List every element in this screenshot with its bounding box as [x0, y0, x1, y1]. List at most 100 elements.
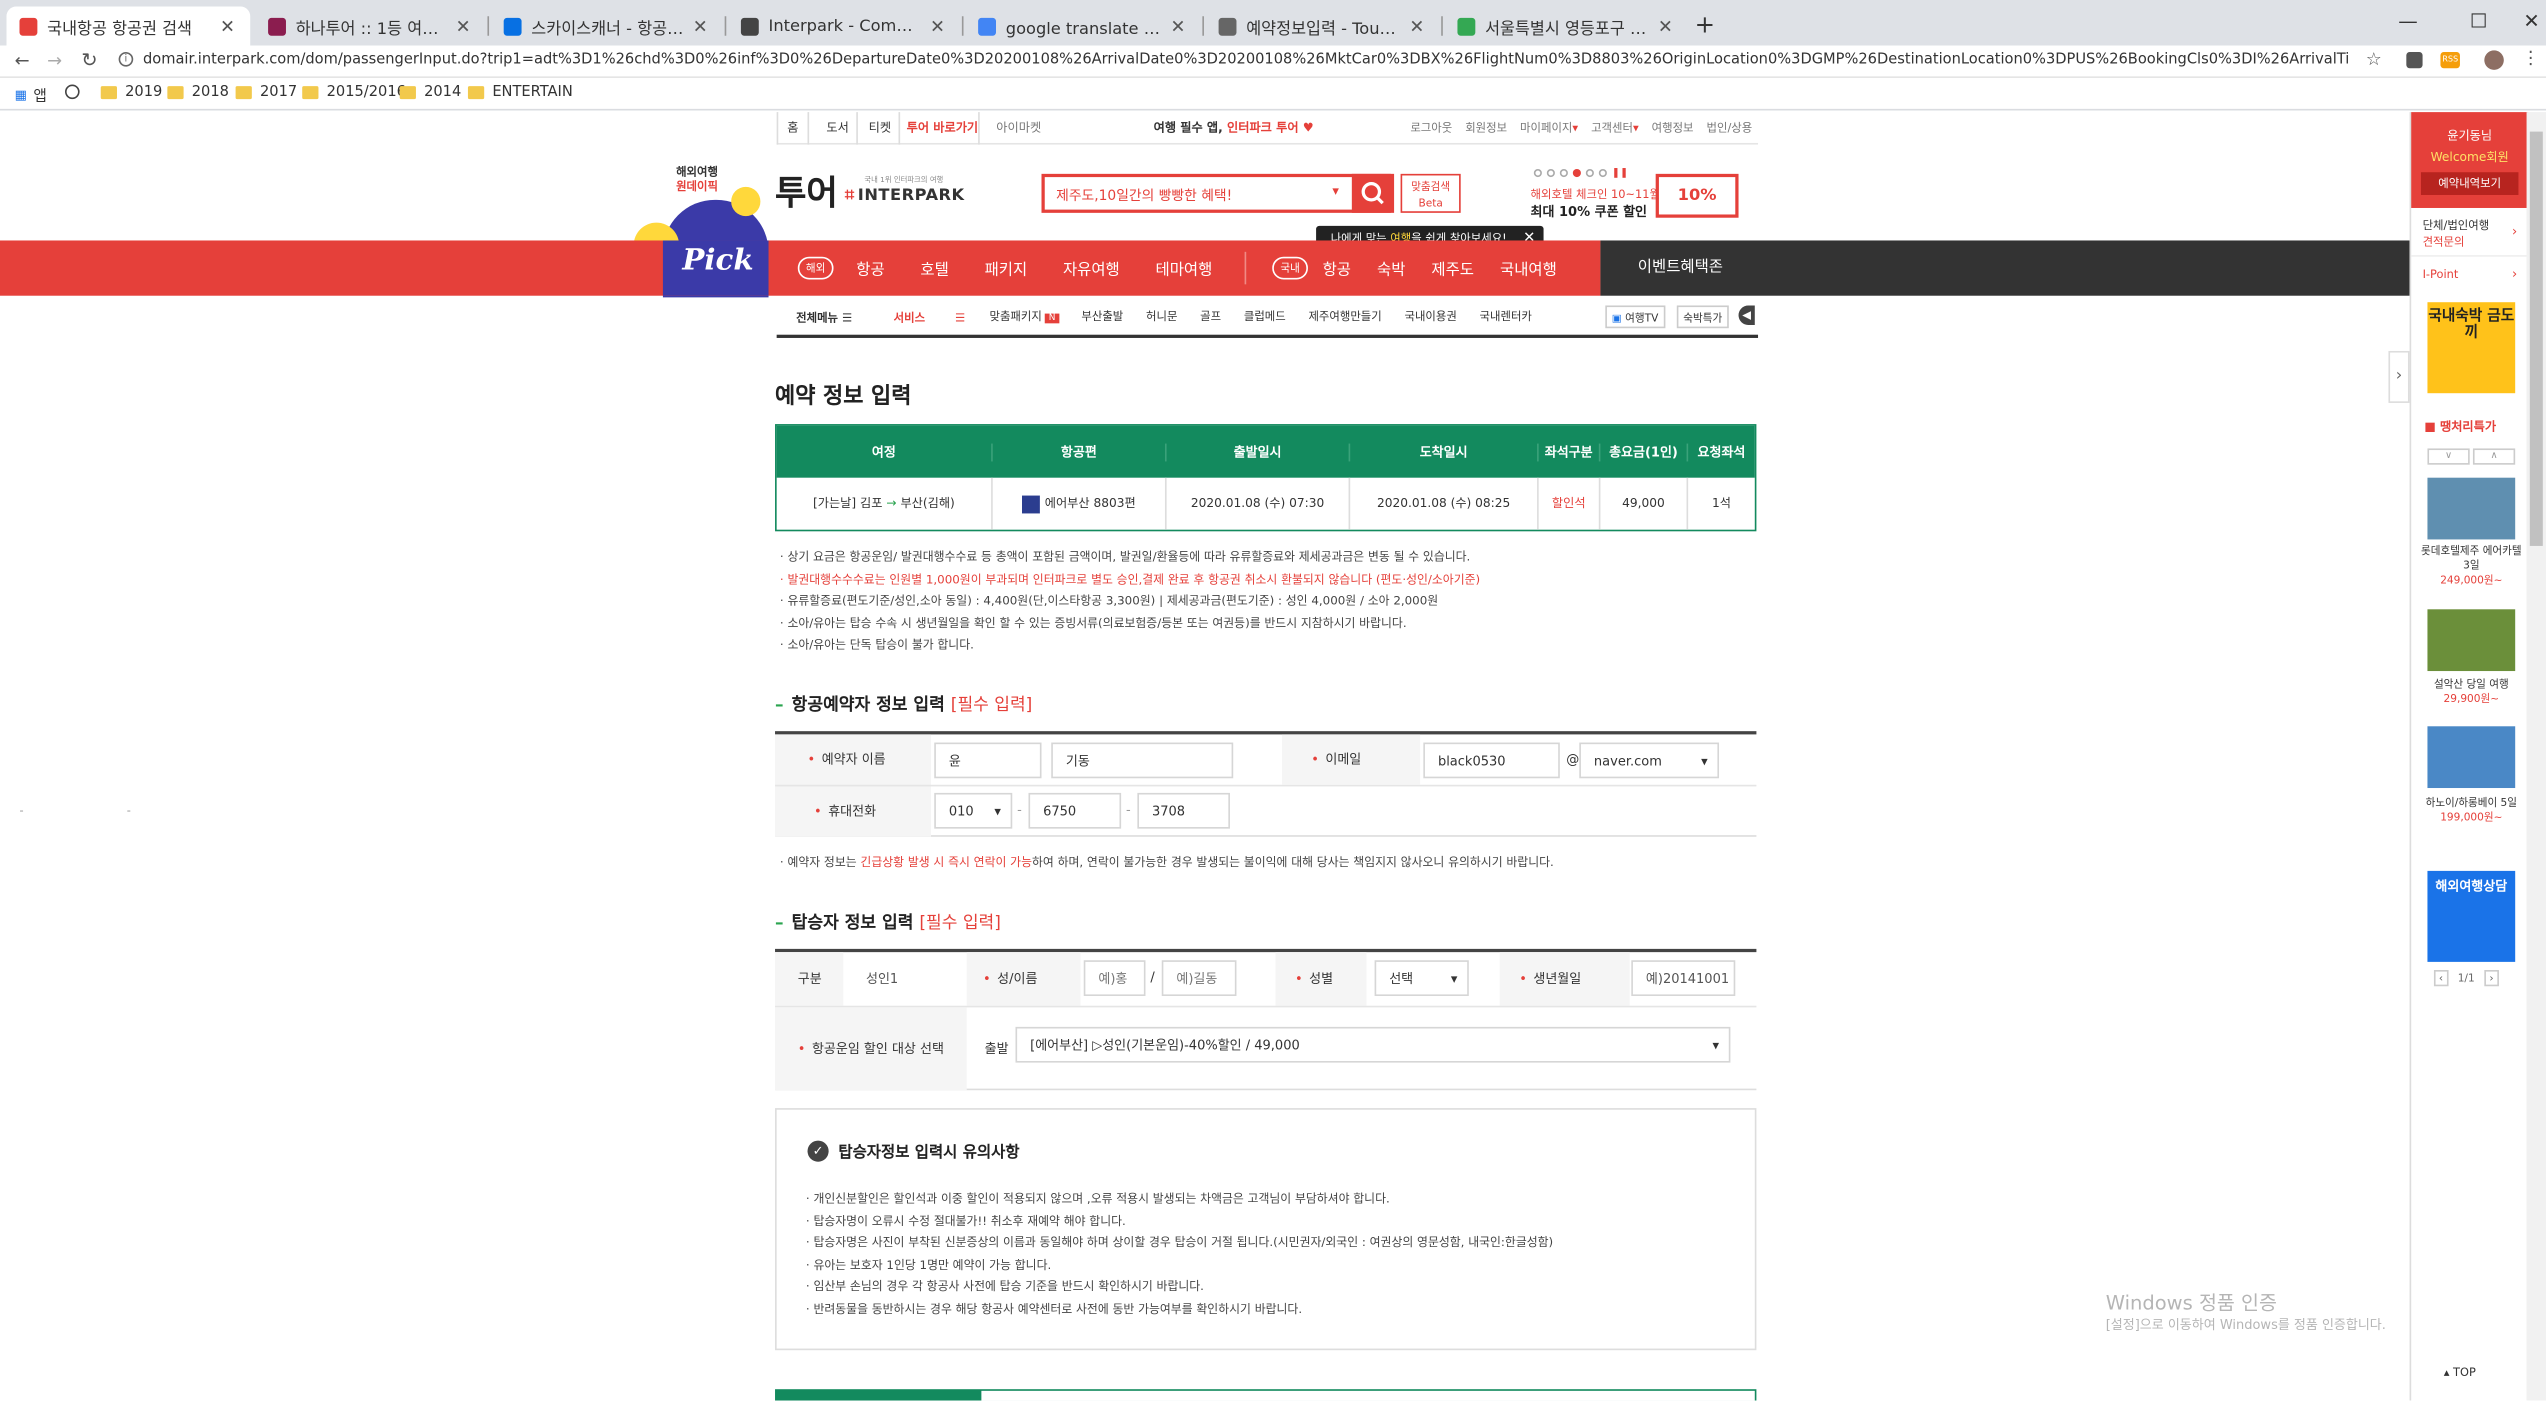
browser-tab[interactable]: 서울특별시 영등포구 신길7동 0 ✕ — [1444, 6, 1688, 45]
lodging-special-button[interactable]: 숙박특가 — [1676, 305, 1729, 329]
search-input[interactable]: 제주도,10일간의 빵빵한 혜택! — [1056, 185, 1232, 204]
gender-select[interactable]: 선택 — [1374, 960, 1469, 997]
bookmark-folder[interactable]: 2018 — [167, 84, 229, 101]
top-nav-books[interactable]: 도서 — [819, 112, 858, 145]
phone-middle-input[interactable]: 6750 — [1028, 792, 1122, 829]
deal-item[interactable]: 하노이/하롱베이 5일 199,000원~ — [2418, 796, 2525, 825]
browser-tab[interactable]: google translate - Google 검색 ✕ — [965, 6, 1201, 45]
top-button[interactable]: ▴ TOP — [2444, 1366, 2476, 1379]
sub-nav-jeju-trip[interactable]: 제주여행만들기 — [1308, 309, 1381, 325]
tab-close-icon[interactable]: ✕ — [691, 15, 710, 36]
bookmark-star-icon[interactable]: ☆ — [2366, 49, 2382, 70]
sub-nav-domestic-voucher[interactable]: 국내이용권 — [1404, 309, 1456, 325]
passenger-first-name-input[interactable]: 예)길동 — [1161, 960, 1237, 997]
deal-image[interactable] — [2427, 609, 2516, 672]
bookmark-folder[interactable]: 2019 — [100, 84, 162, 101]
search-dropdown-icon[interactable]: ▾ — [1332, 184, 1339, 199]
minimize-icon[interactable]: — — [2398, 10, 2417, 33]
reserver-last-name-input[interactable]: 윤 — [934, 742, 1042, 779]
tab-close-icon[interactable]: ✕ — [1407, 15, 1426, 36]
main-search-box[interactable]: 제주도,10일간의 빵빵한 혜택! ▾ — [1041, 173, 1395, 213]
maximize-icon[interactable]: ☐ — [2470, 10, 2487, 33]
logout-link[interactable]: 로그아웃 — [1410, 120, 1452, 136]
next-icon[interactable]: › — [2484, 970, 2499, 987]
top-nav-home[interactable]: 홈 — [776, 112, 810, 145]
bookmark-folder[interactable]: 2015/2016 — [302, 84, 406, 101]
nav-overseas-package[interactable]: 패키지 — [985, 257, 1028, 280]
scroll-up-icon[interactable]: ∧ — [2472, 448, 2516, 465]
consult-banner[interactable]: 해외여행상담 — [2427, 870, 2516, 962]
search-button[interactable] — [1351, 173, 1395, 213]
tour-logo[interactable]: 투어 — [775, 167, 838, 216]
browser-tab[interactable]: 하나투어 :: 1등 여행사 ✕ — [255, 6, 486, 45]
phone-last-input[interactable]: 3708 — [1137, 792, 1230, 829]
service-menu-button[interactable]: 서비스 ☰ — [894, 310, 966, 326]
extension-icon[interactable] — [2406, 51, 2423, 69]
travel-tv-button[interactable]: ▣ 여행TV — [1605, 305, 1665, 329]
menu-icon[interactable]: ⋮ — [2522, 47, 2540, 68]
globe-bookmark[interactable] — [64, 84, 80, 100]
sub-nav-honeymoon[interactable]: 허니문 — [1146, 309, 1177, 325]
deal-item[interactable]: 롯데호텔제주 에어카텔 3일 249,000원~ — [2418, 544, 2525, 588]
passenger-last-name-input[interactable]: 예)홍 — [1083, 960, 1146, 997]
top-promo[interactable]: 여행 필수 앱, 인터파크 투어 ♥ — [1154, 112, 1314, 144]
nav-overseas-hotel[interactable]: 호텔 — [920, 257, 948, 280]
forward-icon[interactable]: → — [47, 50, 62, 71]
birthdate-input[interactable]: 예)20141001 — [1631, 960, 1736, 997]
tab-close-icon[interactable]: ✕ — [218, 15, 237, 36]
scroll-down-icon[interactable]: ∨ — [2427, 448, 2470, 465]
top-nav-imarket[interactable]: 아이마켓 — [990, 112, 1048, 144]
top-nav-tour[interactable]: 투어 바로가기 — [907, 112, 980, 145]
deal-item[interactable]: 설악산 당일 여행 29,900원~ — [2418, 678, 2525, 707]
reserver-first-name-input[interactable]: 기동 — [1051, 742, 1234, 779]
page-scrollbar[interactable] — [2526, 112, 2546, 1401]
url-field[interactable]: domair.interpark.com/dom/passengerInput.… — [143, 52, 2349, 68]
scrollbar-thumb[interactable] — [2529, 131, 2543, 546]
nav-overseas-free-travel[interactable]: 자유여행 — [1063, 257, 1120, 280]
sub-nav-clubmed[interactable]: 클럽메드 — [1244, 309, 1286, 325]
discount-select[interactable]: [에어부산] ▷성인(기본운임)-40%할인 / 49,000 — [1015, 1026, 1731, 1063]
bookmark-folder[interactable]: ENTERTAIN — [467, 84, 573, 101]
browser-tab[interactable]: 국내항공 항공권 검색 ✕ — [6, 6, 251, 46]
ipoint-link[interactable]: I-Point — [2423, 268, 2459, 281]
sub-nav-busan[interactable]: 부산출발 — [1081, 309, 1123, 325]
bookmark-folder[interactable]: 2014 — [399, 84, 461, 101]
sub-nav-domestic-rentcar[interactable]: 국내렌터카 — [1480, 309, 1532, 325]
browser-tab[interactable]: 예약정보입력 - Tour-Desktop ✕ — [1206, 6, 1440, 45]
nav-overseas-theme[interactable]: 테마여행 — [1156, 257, 1213, 280]
prev-icon[interactable]: ‹ — [2433, 970, 2448, 987]
tab-close-icon[interactable]: ✕ — [1656, 15, 1675, 36]
side-expand-icon[interactable]: › — [2388, 350, 2410, 403]
bookmark-folder[interactable]: 2017 — [235, 84, 297, 101]
nav-event-zone[interactable]: 이벤트혜택존 — [1638, 240, 1723, 295]
apps-bookmark[interactable]: ▦ 앱 — [15, 84, 47, 106]
all-menu-button[interactable]: 전체메뉴 ☰ — [796, 310, 852, 326]
profile-avatar[interactable] — [2484, 50, 2504, 70]
deal-image[interactable] — [2427, 726, 2516, 789]
nav-domestic-flight[interactable]: 항공 — [1323, 257, 1351, 280]
new-tab-button[interactable]: + — [1695, 10, 1715, 39]
tab-close-icon[interactable]: ✕ — [453, 15, 472, 36]
close-window-icon[interactable]: ✕ — [2523, 10, 2539, 33]
back-icon[interactable]: ← — [15, 50, 30, 71]
group-travel-link[interactable]: 단체/법인여행 견적문의 — [2423, 218, 2490, 250]
nav-overseas-flight[interactable]: 항공 — [856, 257, 884, 280]
tab-close-icon[interactable]: ✕ — [928, 15, 947, 36]
email-domain-select[interactable]: naver.com — [1579, 742, 1720, 779]
sub-nav-prev-icon[interactable]: ◀ — [1738, 305, 1755, 325]
email-id-input[interactable]: black0530 — [1423, 742, 1560, 779]
interpark-logo[interactable]: ⌗ INTERPARK — [845, 187, 965, 205]
reload-icon[interactable]: ↻ — [81, 49, 97, 72]
browser-tab[interactable]: 스카이스캐너 - 항공권, 호텔, 렌트카 ✕ — [491, 6, 723, 45]
tab-close-icon[interactable]: ✕ — [1168, 15, 1187, 36]
deal-image[interactable] — [2427, 477, 2516, 540]
browser-tab[interactable]: Interpark - Comparing the figur ✕ — [728, 6, 960, 45]
phone-prefix-select[interactable]: 010 — [934, 792, 1013, 829]
member-info-link[interactable]: 회원정보 — [1465, 120, 1507, 136]
lodging-ad-banner[interactable]: 국내숙박 금도끼 — [2427, 302, 2516, 394]
sub-nav-custom-package[interactable]: 맞춤패키지 N — [990, 309, 1059, 325]
custom-search-button[interactable]: 맞춤검색 Beta — [1400, 173, 1461, 213]
info-icon[interactable]: i — [118, 51, 134, 67]
pause-icon[interactable]: ❚❚ — [1612, 167, 1628, 178]
extension-icon[interactable]: RSS — [2440, 51, 2460, 69]
